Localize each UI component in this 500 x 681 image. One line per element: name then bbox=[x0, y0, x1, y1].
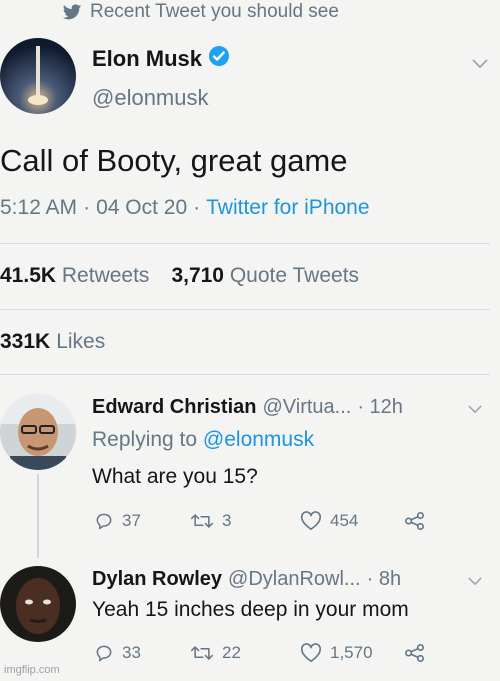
likes-label: Likes bbox=[56, 330, 106, 353]
retweet-count: 3 bbox=[222, 511, 232, 530]
like-count: 1,570 bbox=[330, 643, 373, 662]
recent-tweet-label: Recent Tweet you should see bbox=[90, 1, 339, 22]
reply-author-name[interactable]: Edward Christian bbox=[92, 396, 256, 419]
tweet-source[interactable]: Twitter for iPhone bbox=[206, 196, 369, 220]
chevron-down-icon[interactable] bbox=[468, 401, 482, 419]
like-button[interactable]: 1,570 bbox=[300, 643, 373, 663]
reply-author-handle[interactable]: @DylanRowl... bbox=[228, 568, 361, 591]
reply-author-handle[interactable]: @Virtua... bbox=[262, 396, 351, 419]
like-button[interactable]: 454 bbox=[300, 511, 358, 531]
likes-link[interactable]: 331K Likes bbox=[0, 330, 105, 354]
reply-count: 37 bbox=[122, 511, 141, 530]
tweet-time[interactable]: 5:12 AM bbox=[0, 196, 77, 220]
share-button[interactable] bbox=[404, 643, 426, 663]
quotes-count: 3,710 bbox=[171, 264, 224, 287]
retweet-icon bbox=[190, 511, 214, 531]
reply-actions: 33 22 1,570 bbox=[0, 641, 500, 667]
retweets-label: Retweets bbox=[61, 264, 150, 287]
replying-to-handle[interactable]: @elonmusk bbox=[203, 428, 314, 451]
reply-time[interactable]: · 12h bbox=[357, 396, 403, 419]
retweet-button[interactable]: 3 bbox=[190, 511, 231, 531]
retweet-count: 22 bbox=[222, 643, 241, 662]
divider bbox=[0, 243, 490, 244]
replying-to-prefix: Replying to bbox=[92, 428, 198, 451]
reply-time[interactable]: · 8h bbox=[367, 568, 401, 591]
tweet-text: Call of Booty, great game bbox=[0, 143, 348, 178]
chevron-down-icon[interactable] bbox=[468, 573, 482, 591]
tweet-date[interactable]: 04 Oct 20 bbox=[96, 196, 187, 220]
tweet-meta: 5:12 AM · 04 Oct 20 · Twitter for iPhone bbox=[0, 196, 370, 220]
reply-button[interactable]: 37 bbox=[94, 511, 141, 531]
share-icon bbox=[404, 643, 426, 663]
quotes-label: Quote Tweets bbox=[229, 264, 360, 287]
reply-header: Dylan Rowley @DylanRowl... · 8h bbox=[92, 568, 401, 591]
retweets-count: 41.5K bbox=[0, 264, 57, 287]
like-icon bbox=[300, 511, 322, 531]
reply-count: 33 bbox=[122, 643, 141, 662]
avatar[interactable] bbox=[0, 38, 76, 114]
retweets-link[interactable]: 41.5K Retweets bbox=[0, 264, 149, 288]
share-button[interactable] bbox=[404, 511, 426, 531]
recent-tweet-header: Recent Tweet you should see bbox=[62, 0, 339, 24]
separator-dot: · bbox=[83, 196, 91, 219]
reply-icon bbox=[94, 511, 114, 531]
like-count: 454 bbox=[330, 511, 359, 530]
chevron-down-icon[interactable] bbox=[472, 56, 488, 74]
like-icon bbox=[300, 643, 322, 663]
retweet-stats: 41.5K Retweets 3,710 Quote Tweets bbox=[0, 264, 359, 288]
author-name-text: Elon Musk bbox=[92, 46, 203, 71]
avatar[interactable] bbox=[0, 394, 76, 470]
reply-actions: 37 3 454 bbox=[0, 508, 500, 534]
watermark: imgflip.com bbox=[4, 664, 60, 676]
author-handle[interactable]: @elonmusk bbox=[92, 85, 209, 111]
verified-badge-icon bbox=[208, 45, 230, 73]
reply-text: What are you 15? bbox=[92, 465, 258, 488]
twitter-bird-icon bbox=[62, 3, 82, 21]
likes-count: 331K bbox=[0, 330, 51, 353]
author-name[interactable]: Elon Musk bbox=[92, 45, 230, 73]
avatar[interactable] bbox=[0, 566, 76, 642]
retweet-icon bbox=[190, 643, 214, 663]
quotes-link[interactable]: 3,710 Quote Tweets bbox=[171, 264, 359, 288]
reply-header: Edward Christian @Virtua... · 12h bbox=[92, 396, 403, 419]
separator-dot: · bbox=[193, 196, 201, 219]
divider bbox=[0, 374, 490, 375]
reply-text: Yeah 15 inches deep in your mom bbox=[92, 598, 409, 621]
reply-author-name[interactable]: Dylan Rowley bbox=[92, 568, 222, 591]
divider bbox=[0, 309, 490, 310]
retweet-button[interactable]: 22 bbox=[190, 643, 241, 663]
share-icon bbox=[404, 511, 426, 531]
reply-button[interactable]: 33 bbox=[94, 643, 141, 663]
reply-icon bbox=[94, 643, 114, 663]
replying-to: Replying to @elonmusk bbox=[92, 428, 314, 452]
